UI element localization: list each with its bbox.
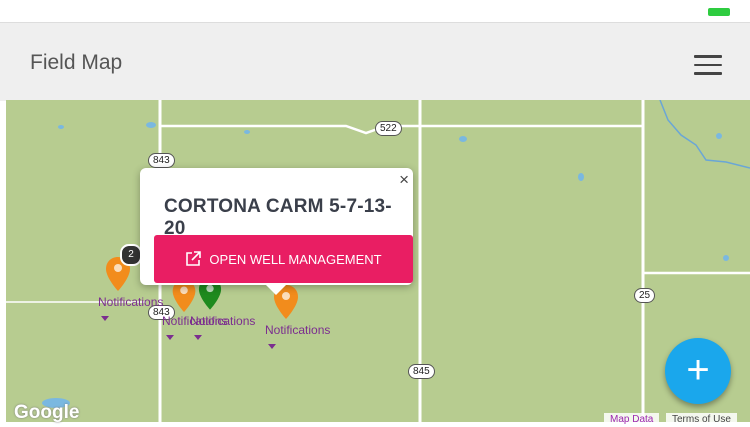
open-well-management-label: OPEN WELL MANAGEMENT (209, 251, 382, 267)
caret-down-icon (268, 344, 276, 349)
caret-down-icon (166, 335, 174, 340)
well-info-popup: × CORTONA CARM 5-7-13-20 OPEN WELL MANAG… (140, 168, 413, 295)
route-shield-845: 845 (408, 364, 435, 379)
marker-cluster-badge[interactable]: 2 (120, 244, 142, 266)
marker-label: Notifications (265, 323, 331, 337)
app-bar: Field Map (0, 22, 750, 101)
status-bar (0, 0, 750, 22)
route-shield-522: 522 (375, 121, 402, 136)
marker-label: Notifications (190, 314, 256, 328)
route-shield-843: 843 (148, 153, 175, 168)
page-title: Field Map (30, 51, 123, 74)
caret-down-icon (101, 316, 109, 321)
popup-title: CORTONA CARM 5-7-13-20 (164, 196, 392, 239)
map-data-link[interactable]: Map Data (604, 413, 660, 427)
caret-down-icon (194, 335, 202, 340)
marker-label: Notifications (98, 295, 164, 309)
battery-icon (708, 8, 730, 16)
close-icon[interactable]: × (399, 170, 409, 190)
add-fab-button[interactable]: + (665, 338, 731, 404)
google-logo: Google (14, 402, 80, 423)
external-link-icon (186, 251, 202, 266)
menu-button[interactable] (694, 55, 722, 75)
route-shield-25: 25 (634, 288, 656, 303)
open-well-management-button[interactable]: OPEN WELL MANAGEMENT (154, 235, 413, 283)
terms-of-use-link[interactable]: Terms of Use (666, 413, 737, 427)
